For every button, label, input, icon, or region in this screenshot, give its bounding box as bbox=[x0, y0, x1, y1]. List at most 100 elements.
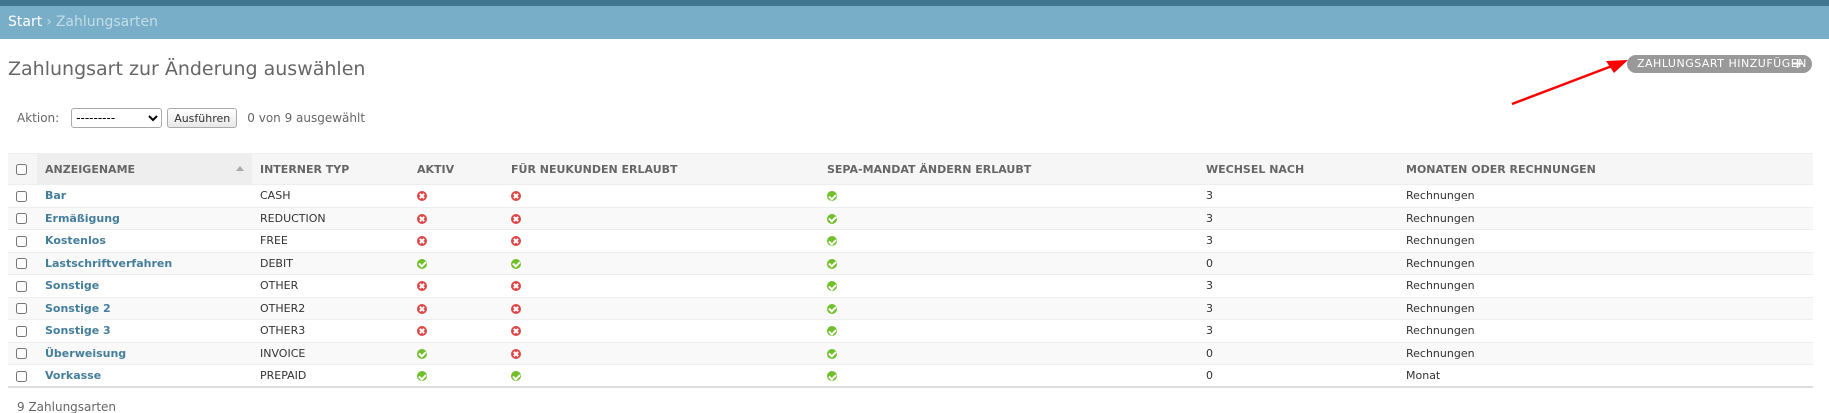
payment-method-link[interactable]: Bar bbox=[45, 189, 66, 202]
column-header-sepa[interactable]: SEPA-Mandat ändern erlaubt bbox=[819, 153, 1198, 185]
sepa-cell bbox=[819, 274, 1198, 298]
yes-icon bbox=[827, 258, 837, 269]
table-row: Sonstige OTHER 3 Rechnungen bbox=[8, 274, 1813, 298]
type-cell: DEBIT bbox=[252, 252, 409, 275]
row-checkbox[interactable] bbox=[16, 280, 27, 292]
select-all-checkbox[interactable] bbox=[16, 164, 27, 175]
name-cell: Kostenlos bbox=[37, 229, 252, 253]
no-icon bbox=[511, 213, 521, 224]
row-checkbox[interactable] bbox=[16, 348, 27, 360]
einheit-cell: Rechnungen bbox=[1398, 342, 1813, 365]
column-header-wechsel[interactable]: Wechsel nach bbox=[1198, 153, 1398, 185]
wechsel-cell: 3 bbox=[1198, 319, 1398, 343]
payment-method-link[interactable]: Sonstige 3 bbox=[45, 324, 111, 337]
breadcrumb-separator: › bbox=[46, 14, 52, 30]
wechsel-cell: 0 bbox=[1198, 342, 1398, 365]
payment-method-link[interactable]: Vorkasse bbox=[45, 369, 101, 382]
action-label: Aktion: bbox=[17, 111, 60, 125]
neukunden-cell bbox=[503, 252, 819, 275]
column-header-einheit[interactable]: Monaten oder Rechnungen bbox=[1398, 153, 1813, 185]
einheit-cell: Rechnungen bbox=[1398, 274, 1813, 298]
yes-icon bbox=[511, 258, 521, 269]
paginator: 9 Zahlungsarten bbox=[17, 400, 117, 413]
no-icon bbox=[417, 191, 427, 202]
add-payment-method-button[interactable]: Zahlungsart hinzufügen + bbox=[1627, 55, 1812, 73]
payment-method-link[interactable]: Überweisung bbox=[45, 347, 126, 360]
row-checkbox-cell bbox=[8, 342, 37, 365]
action-select[interactable]: --------- bbox=[71, 108, 163, 128]
yes-icon bbox=[827, 348, 837, 359]
type-cell: PREPAID bbox=[252, 364, 409, 388]
row-checkbox[interactable] bbox=[16, 213, 27, 225]
name-cell: Sonstige 2 bbox=[37, 297, 252, 320]
yes-icon bbox=[511, 371, 521, 381]
neukunden-cell bbox=[503, 229, 819, 253]
neukunden-cell bbox=[503, 297, 819, 320]
name-cell: Bar bbox=[37, 184, 252, 208]
aktiv-cell bbox=[409, 184, 503, 208]
einheit-cell: Rechnungen bbox=[1398, 229, 1813, 253]
no-icon bbox=[511, 303, 521, 314]
type-cell: FREE bbox=[252, 229, 409, 253]
row-checkbox[interactable] bbox=[16, 325, 27, 337]
wechsel-cell: 3 bbox=[1198, 184, 1398, 208]
row-checkbox-cell bbox=[8, 319, 37, 343]
einheit-cell: Rechnungen bbox=[1398, 319, 1813, 343]
column-header-neukunden[interactable]: Für Neukunden erlaubt bbox=[503, 153, 819, 185]
row-checkbox[interactable] bbox=[16, 190, 27, 202]
results-table: Anzeigename Interner Typ Aktiv Für Neuku… bbox=[8, 153, 1813, 388]
row-checkbox-cell bbox=[8, 207, 37, 230]
sepa-cell bbox=[819, 297, 1198, 320]
wechsel-cell: 3 bbox=[1198, 229, 1398, 253]
name-cell: Ermäßigung bbox=[37, 207, 252, 230]
selection-counter: 0 von 9 ausgewählt bbox=[247, 111, 366, 125]
sepa-cell bbox=[819, 207, 1198, 230]
column-header-interner-typ[interactable]: Interner Typ bbox=[252, 153, 409, 185]
payment-method-link[interactable]: Sonstige 2 bbox=[45, 302, 111, 315]
name-cell: Lastschriftverfahren bbox=[37, 252, 252, 275]
aktiv-cell bbox=[409, 229, 503, 253]
no-icon bbox=[417, 303, 427, 314]
row-checkbox[interactable] bbox=[16, 370, 27, 382]
no-icon bbox=[511, 348, 521, 359]
yes-icon bbox=[827, 281, 837, 292]
breadcrumb-home-link[interactable]: Start bbox=[8, 14, 42, 30]
yes-icon bbox=[827, 326, 837, 337]
sepa-cell bbox=[819, 319, 1198, 343]
row-checkbox[interactable] bbox=[16, 303, 27, 315]
type-cell: INVOICE bbox=[252, 342, 409, 365]
run-action-button[interactable]: Ausführen bbox=[167, 108, 238, 128]
yes-icon bbox=[417, 371, 427, 381]
payment-method-link[interactable]: Lastschriftverfahren bbox=[45, 257, 172, 270]
row-checkbox-cell bbox=[8, 252, 37, 275]
einheit-cell: Monat bbox=[1398, 364, 1813, 388]
column-header-aktiv[interactable]: Aktiv bbox=[409, 153, 503, 185]
payment-method-link[interactable]: Kostenlos bbox=[45, 234, 106, 247]
sepa-cell bbox=[819, 342, 1198, 365]
wechsel-cell: 3 bbox=[1198, 297, 1398, 320]
add-button-label: Zahlungsart hinzufügen bbox=[1637, 57, 1807, 70]
wechsel-cell: 0 bbox=[1198, 364, 1398, 388]
column-header-anzeigename[interactable]: Anzeigename bbox=[37, 153, 252, 185]
einheit-cell: Rechnungen bbox=[1398, 252, 1813, 275]
aktiv-cell bbox=[409, 342, 503, 365]
sepa-cell bbox=[819, 184, 1198, 208]
table-row: Sonstige 2 OTHER2 3 Rechnungen bbox=[8, 297, 1813, 320]
row-checkbox[interactable] bbox=[16, 235, 27, 247]
sort-ascending-icon[interactable] bbox=[236, 166, 244, 171]
yes-icon bbox=[417, 258, 427, 269]
payment-method-link[interactable]: Ermäßigung bbox=[45, 212, 120, 225]
table-row: Kostenlos FREE 3 Rechnungen bbox=[8, 229, 1813, 253]
name-cell: Sonstige bbox=[37, 274, 252, 298]
name-cell: Vorkasse bbox=[37, 364, 252, 388]
einheit-cell: Rechnungen bbox=[1398, 207, 1813, 230]
payment-method-link[interactable]: Sonstige bbox=[45, 279, 99, 292]
row-checkbox[interactable] bbox=[16, 258, 27, 270]
yes-icon bbox=[417, 348, 427, 359]
red-arrow-icon bbox=[1511, 60, 1628, 106]
yes-icon bbox=[827, 236, 837, 247]
row-checkbox-cell bbox=[8, 184, 37, 208]
neukunden-cell bbox=[503, 319, 819, 343]
einheit-cell: Rechnungen bbox=[1398, 184, 1813, 208]
no-icon bbox=[417, 213, 427, 224]
